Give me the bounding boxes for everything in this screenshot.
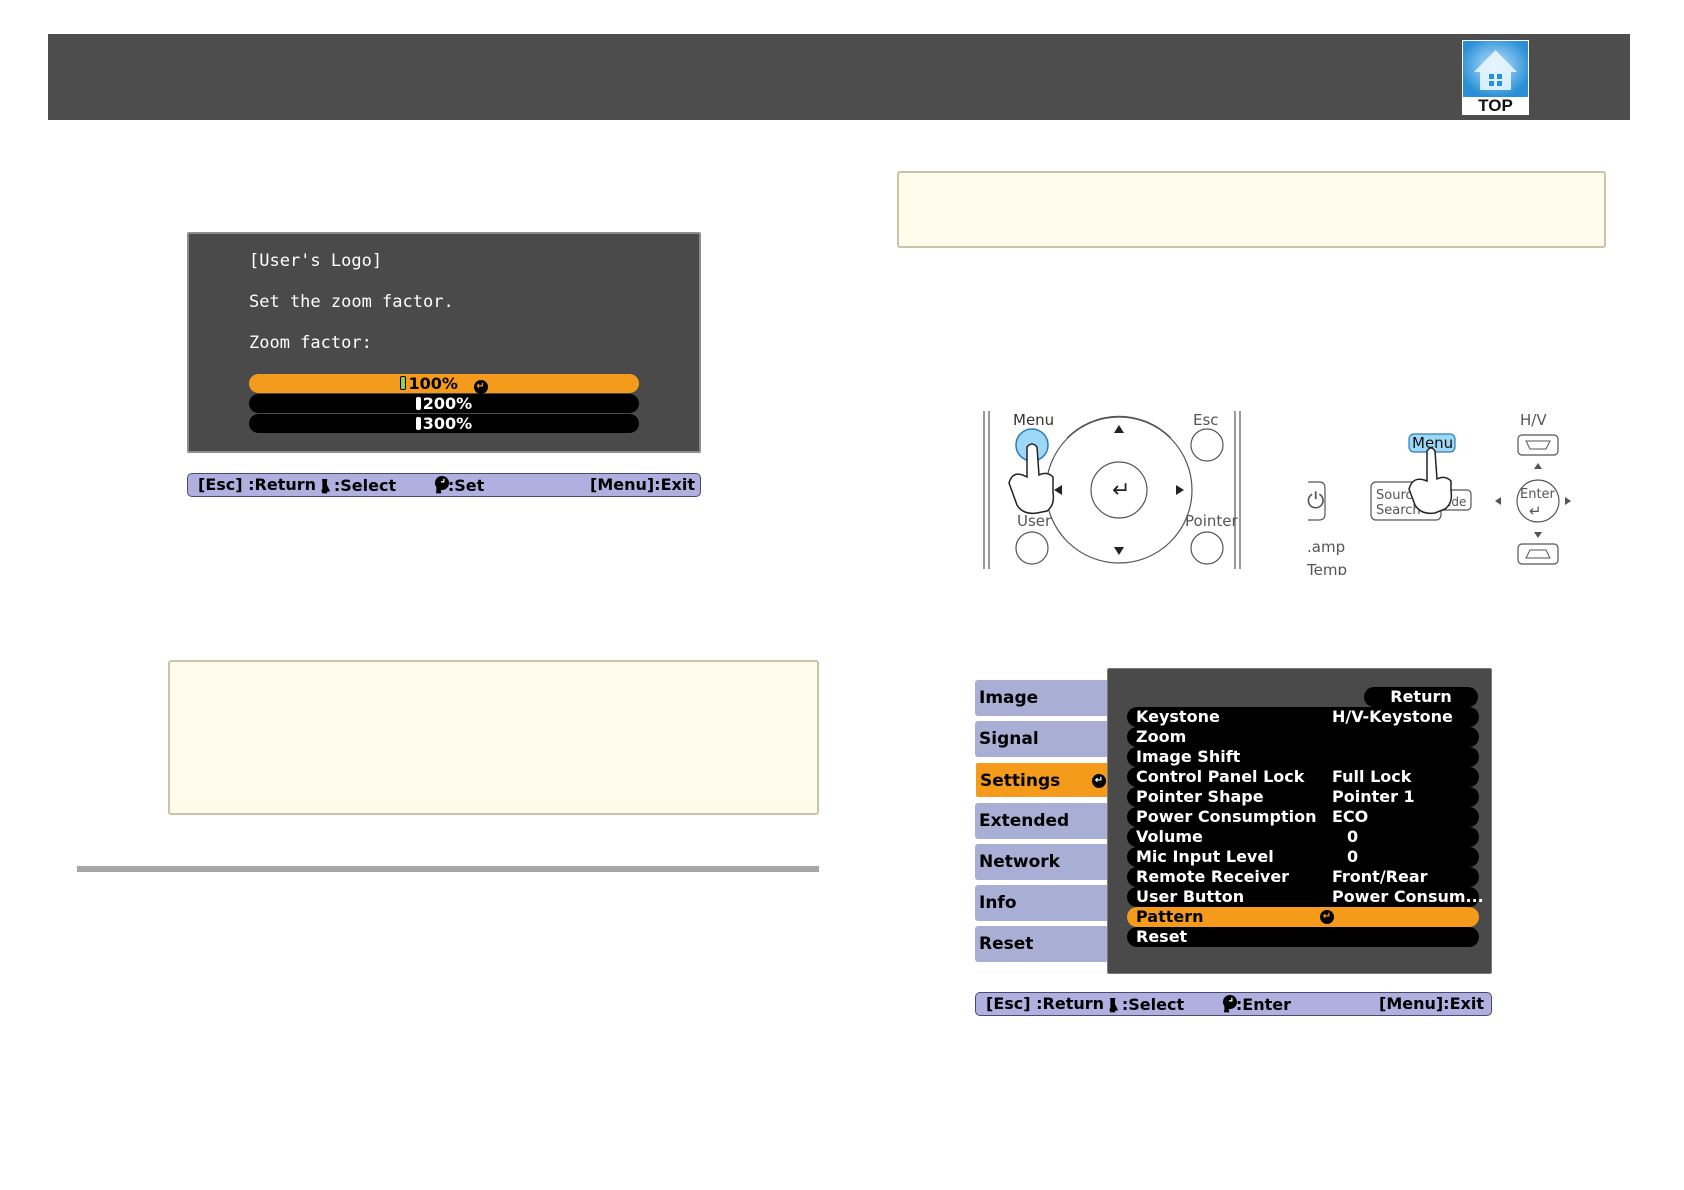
remote-control-illustration: ↵ Menu Esc User Pointer ⏻ Menu H/V Sourc…	[983, 411, 1571, 575]
menu-row-volume[interactable]: Volume 0	[1127, 827, 1479, 847]
top-logo-button[interactable]: TOP	[1462, 40, 1529, 115]
menu-row-zoom[interactable]: Zoom	[1127, 727, 1479, 747]
power-icon: ⏻	[1307, 489, 1324, 514]
selection-bar-icon	[415, 417, 421, 430]
menu-row-mic-input-level[interactable]: Mic Input Level 0	[1127, 847, 1479, 867]
note-box	[168, 660, 819, 815]
enter-icon: ↵	[473, 380, 488, 394]
section-divider	[77, 866, 819, 872]
svg-text:User: User	[1017, 512, 1052, 530]
settings-menu: Image Signal Settings ↵ Extended Network…	[975, 668, 1492, 974]
menu-row-user-button[interactable]: User Button Power Consum...	[1127, 887, 1484, 907]
note-box	[897, 171, 1606, 248]
dialog-label: Zoom factor:	[249, 333, 372, 353]
menu-row-remote-receiver[interactable]: Remote Receiver Front/Rear	[1127, 867, 1479, 887]
svg-text:Search: Search	[1376, 503, 1421, 518]
dpad-icon: ↵	[1054, 415, 1184, 555]
menu-guide-bar: [Esc] :Return [▲] :Select [↵] :Enter [Me…	[975, 992, 1492, 1016]
tab-image[interactable]: Image	[975, 680, 1109, 716]
svg-text:↵: ↵	[1112, 478, 1130, 503]
svg-text:Pointer: Pointer	[1185, 512, 1238, 530]
menu-row-power-consumption[interactable]: Power Consumption ECO	[1127, 807, 1479, 827]
dialog-instruction: Set the zoom factor.	[249, 292, 454, 312]
svg-text:Esc: Esc	[1193, 411, 1219, 429]
svg-text:Enter: Enter	[1520, 487, 1556, 502]
zoom-option-100[interactable]: 100% ↵	[249, 374, 639, 394]
menu-row-control-panel-lock[interactable]: Control Panel Lock Full Lock	[1127, 767, 1479, 787]
menu-row-reset[interactable]: Reset	[1127, 927, 1479, 947]
svg-text:↵: ↵	[1529, 502, 1542, 520]
svg-text:Temp: Temp	[1306, 561, 1347, 575]
settings-panel: Return Keystone H/V-Keystone Zoom Image S…	[1107, 668, 1492, 974]
menu-row-pattern[interactable]: Pattern ↵	[1127, 907, 1479, 927]
svg-text:Menu: Menu	[1013, 411, 1054, 429]
tab-extended[interactable]: Extended	[975, 803, 1109, 839]
svg-text:.amp: .amp	[1307, 538, 1345, 556]
tab-signal[interactable]: Signal	[975, 721, 1109, 757]
tab-reset[interactable]: Reset	[975, 926, 1109, 962]
dialog-title: [User's Logo]	[249, 251, 383, 271]
menu-row-image-shift[interactable]: Image Shift	[1127, 747, 1479, 767]
zoom-option-300[interactable]: 300%	[249, 414, 639, 433]
pointing-hand-icon	[1008, 443, 1055, 515]
user-logo-dialog: [User's Logo] Set the zoom factor. Zoom …	[187, 232, 701, 453]
tab-network[interactable]: Network	[975, 844, 1109, 880]
house-icon: TOP	[1463, 41, 1528, 115]
menu-row-pointer-shape[interactable]: Pointer Shape Pointer 1	[1127, 787, 1479, 807]
zoom-option-200[interactable]: 200%	[249, 394, 639, 413]
selection-bar-icon	[415, 397, 421, 410]
tab-settings[interactable]: Settings ↵	[975, 762, 1113, 798]
svg-text:H/V: H/V	[1520, 411, 1547, 429]
enter-icon: ↵	[1092, 774, 1106, 788]
selection-bar-icon	[400, 376, 407, 390]
menu-row-keystone[interactable]: Keystone H/V-Keystone	[1127, 707, 1479, 727]
page-header	[48, 34, 1630, 120]
pointing-hand-icon	[1408, 447, 1453, 515]
dialog-guide-bar: [Esc] :Return [▲] :Select [↵] :Set [Menu…	[187, 473, 701, 497]
enter-icon: ↵	[1320, 910, 1334, 924]
return-button[interactable]: Return	[1364, 687, 1478, 707]
tab-info[interactable]: Info	[975, 885, 1109, 921]
svg-text:TOP: TOP	[1478, 96, 1513, 115]
